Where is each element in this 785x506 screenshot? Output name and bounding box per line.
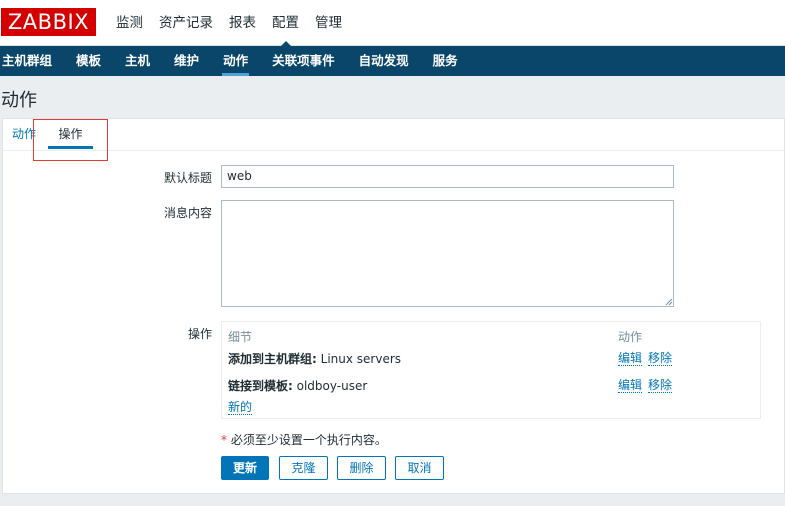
sub-nav-host-groups[interactable]: 主机群组 [0, 46, 64, 76]
main-nav-monitoring[interactable]: 监测 [108, 0, 151, 46]
new-operation-link[interactable]: 新的 [228, 401, 253, 415]
main-nav-reports[interactable]: 报表 [221, 0, 264, 46]
operation-type: 添加到主机群组: [228, 352, 317, 366]
main-nav: 监测 资产记录 报表 配置 管理 [108, 0, 350, 47]
required-note: * 必须至少设置一个执行内容。 [221, 431, 387, 448]
zabbix-logo[interactable]: ZABBIX [1, 8, 96, 36]
sub-nav-hosts[interactable]: 主机 [113, 46, 162, 76]
column-header-actions: 动作 [618, 330, 643, 344]
sub-nav: 主机群组 模板 主机 维护 动作 关联项事件 自动发现 服务 [0, 46, 785, 76]
sub-nav-templates[interactable]: 模板 [64, 46, 113, 76]
update-button[interactable]: 更新 [221, 456, 269, 480]
default-subject-input[interactable]: web [221, 165, 674, 188]
form-panel: 动作 操作 默认标题 web 消息内容 操作 细节 动作 添加到主机群组: Li… [2, 118, 785, 494]
sub-nav-maintenance[interactable]: 维护 [162, 46, 211, 76]
tab-bar: 动作 操作 [3, 119, 784, 151]
remove-link[interactable]: 移除 [648, 352, 673, 366]
tab-action[interactable]: 动作 [12, 119, 36, 151]
sub-nav-correlation[interactable]: 关联项事件 [260, 46, 347, 76]
message-textarea[interactable] [221, 200, 674, 307]
operation-row: 添加到主机群组: Linux servers [228, 350, 401, 367]
delete-button[interactable]: 删除 [337, 456, 386, 480]
column-header-details: 细节 [228, 330, 253, 344]
clone-button[interactable]: 克隆 [279, 456, 328, 480]
operation-type: 链接到模板: [228, 379, 293, 393]
cancel-button[interactable]: 取消 [395, 456, 444, 480]
sub-nav-services[interactable]: 服务 [421, 46, 470, 76]
remove-link[interactable]: 移除 [648, 379, 673, 393]
default-subject-label: 默认标题 [163, 171, 212, 185]
top-bar: ZABBIX 监测 资产记录 报表 配置 管理 [0, 0, 785, 47]
required-note-text: 必须至少设置一个执行内容。 [227, 433, 387, 447]
edit-link[interactable]: 编辑 [618, 352, 643, 366]
page-title: 动作 [1, 90, 37, 111]
tab-operations[interactable]: 操作 [48, 119, 93, 151]
resize-grip-icon[interactable] [665, 298, 673, 306]
main-nav-inventory[interactable]: 资产记录 [151, 0, 221, 46]
operations-label: 操作 [187, 327, 212, 341]
operations-table: 细节 动作 添加到主机群组: Linux servers 编辑 移除 链接到模板… [221, 321, 761, 419]
edit-link[interactable]: 编辑 [618, 379, 643, 393]
operation-row: 链接到模板: oldboy-user [228, 377, 367, 394]
operation-value: Linux servers [316, 352, 402, 366]
operation-value: oldboy-user [292, 379, 368, 393]
sub-nav-actions[interactable]: 动作 [211, 46, 260, 76]
sub-nav-discovery[interactable]: 自动发现 [347, 46, 421, 76]
main-nav-configuration[interactable]: 配置 [264, 0, 307, 47]
main-nav-administration[interactable]: 管理 [307, 0, 350, 46]
message-label: 消息内容 [163, 206, 212, 220]
